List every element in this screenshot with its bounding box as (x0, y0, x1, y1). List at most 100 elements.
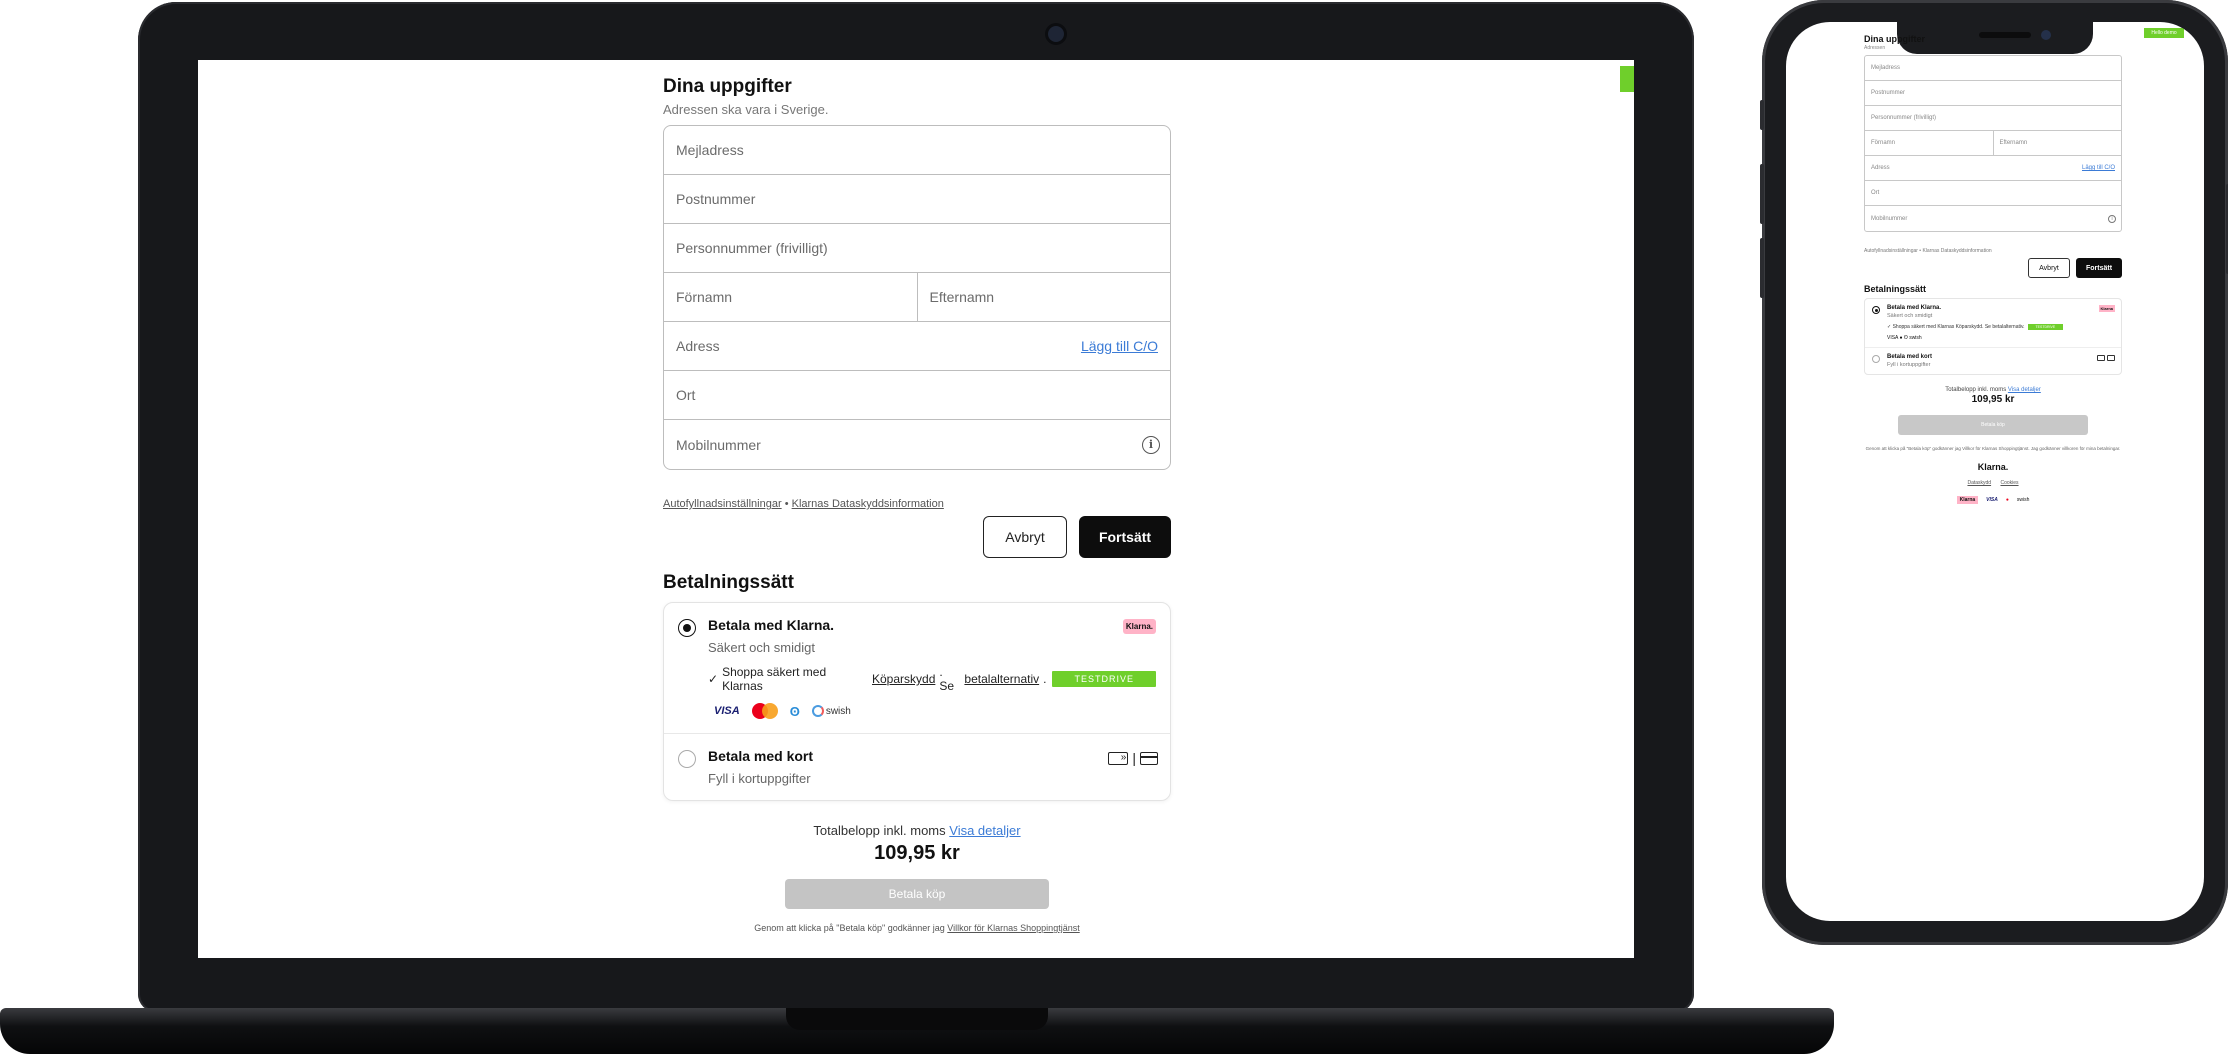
phone-cancel-button[interactable]: Avbryt (2028, 258, 2070, 278)
last-name-field[interactable]: Efternamn (918, 273, 1171, 321)
phone-cookies-link[interactable]: Cookies (2000, 480, 2018, 486)
payment-option-card[interactable]: Betala med kort Fyll i kortuppgifter » | (664, 733, 1170, 800)
phone-mute-button (1760, 100, 1764, 130)
klarna-radio[interactable] (678, 619, 696, 637)
check-icon: ✓ (708, 672, 719, 686)
address-field[interactable]: Adress Lägg till C/O (664, 322, 1170, 371)
payment-option-klarna[interactable]: Betala med Klarna. Säkert och smidigt Kl… (664, 603, 1170, 733)
phone-email-placeholder: Mejladress (1871, 65, 1901, 71)
phone-payment-options: Betala med Klarna. Säkert och smidigt Kl… (1864, 298, 2122, 375)
klarna-option-subtitle: Säkert och smidigt (708, 640, 815, 655)
phone-total-amount: 109,95 kr (1971, 394, 2015, 405)
phone-footer-links: Dataskydd Cookies (1864, 480, 2122, 486)
phone-show-details-link[interactable]: Visa detaljer (2008, 387, 2041, 393)
personal-number-field[interactable]: Personnummer (frivilligt) (664, 224, 1170, 273)
cancel-button[interactable]: Avbryt (983, 516, 1067, 558)
payment-options: Betala med Klarna. Säkert och smidigt Kl… (663, 602, 1171, 801)
green-side-tab[interactable] (1620, 66, 1634, 92)
phone-personal-field[interactable]: Personnummer (frivilligt) (1865, 106, 2121, 131)
testdrive-badge[interactable]: TESTDRIVE (1052, 671, 1156, 687)
payment-logos: VISA ʘ swish (714, 703, 1156, 719)
buyer-protection-link[interactable]: Köparskydd (872, 672, 935, 686)
buyer-protection-text: Shoppa säkert med Klarnas (722, 665, 827, 693)
phone-personal-placeholder: Personnummer (frivilligt) (1871, 115, 1937, 121)
terms-text: Genom att klicka på "Betala köp" godkänn… (663, 923, 1171, 933)
laptop-notch (786, 1008, 1048, 1030)
phone-details-title: Dina uppgifter (1864, 34, 1925, 44)
phone-city-field[interactable]: Ort (1865, 181, 2121, 206)
phone-postal-field[interactable]: Postnummer (1865, 81, 2121, 106)
postal-placeholder: Postnummer (676, 191, 756, 207)
phone-klarna-radio[interactable] (1872, 306, 1880, 314)
personal-placeholder: Personnummer (frivilligt) (676, 240, 828, 256)
phone-terms-text: Genom att klicka på "Betala köp" godkänn… (1865, 446, 2121, 451)
autofill-settings-link[interactable]: Autofyllnadsinställningar (663, 498, 782, 510)
phone-address-field[interactable]: Adress Lägg till C/O (1865, 156, 2121, 181)
phone-footer-mastercard-icon: ● (2005, 497, 2009, 503)
phone-continue-button[interactable]: Fortsätt (2076, 258, 2122, 278)
phone-first-name-field[interactable]: Förnamn (1865, 131, 1994, 155)
terms-link[interactable]: Villkor för Klarnas Shoppingtjänst (947, 923, 1079, 933)
contactless-icon: » (1108, 751, 1129, 765)
name-row: Förnamn Efternamn (664, 273, 1170, 322)
phone-mobile-field[interactable]: Mobilnummer i (1865, 206, 2121, 231)
mobile-field[interactable]: Mobilnummer i (664, 420, 1170, 469)
phone-credit-card-icon (2107, 355, 2115, 361)
phone-form-buttons: Avbryt Fortsätt (1864, 258, 2122, 278)
card-radio[interactable] (678, 750, 696, 768)
total-section: Totalbelopp inkl. moms Visa detaljer 109… (663, 823, 1171, 933)
payment-alternatives-link[interactable]: betalalternativ (964, 672, 1039, 686)
amex-icon: ʘ (789, 703, 800, 719)
phone-footer-swish-icon: swish (2016, 497, 2030, 503)
city-field[interactable]: Ort (664, 371, 1170, 420)
phone-contactless-icon (2097, 355, 2105, 361)
details-subtitle: Adressen ska vara i Sverige. (663, 102, 829, 117)
address-placeholder: Adress (676, 338, 720, 354)
email-field[interactable]: Mejladress (664, 126, 1170, 175)
show-details-link[interactable]: Visa detaljer (949, 823, 1020, 838)
phone-card-radio[interactable] (1872, 355, 1880, 363)
card-icons-separator: | (1132, 750, 1136, 766)
phone-payment-option-klarna[interactable]: Betala med Klarna. Säkert och smidigt Kl… (1865, 299, 2121, 347)
phone-pay-purchase-button[interactable]: Betala köp (1898, 415, 2088, 435)
phone-klarna-logo-icon: Klarna (2098, 305, 2115, 312)
privacy-separator: • (781, 498, 792, 510)
phone-green-tag[interactable]: Hello demo (2144, 28, 2184, 38)
klarna-privacy-link[interactable]: Klarnas Dataskyddsinformation (792, 498, 944, 510)
postal-code-field[interactable]: Postnummer (664, 175, 1170, 224)
phone-email-field[interactable]: Mejladress (1865, 56, 2121, 81)
phone-total-label: Totalbelopp inkl. moms (1945, 387, 2007, 393)
phone-address-form: Mejladress Postnummer Personnummer (friv… (1864, 55, 2122, 232)
phone-klarna-title: Betala med Klarna. (1887, 305, 1942, 311)
mockup-stage: Dina uppgifter Adressen ska vara i Sveri… (0, 0, 2228, 1054)
first-name-field[interactable]: Förnamn (664, 273, 918, 321)
phone-privacy-footer-link[interactable]: Dataskydd (1967, 480, 1991, 486)
city-placeholder: Ort (676, 387, 696, 403)
form-buttons: Avbryt Fortsätt (663, 516, 1171, 558)
phone-city-placeholder: Ort (1871, 190, 1880, 196)
pay-purchase-button[interactable]: Betala köp (785, 879, 1049, 909)
info-icon[interactable]: i (1142, 435, 1160, 454)
payment-method-title: Betalningssätt (663, 572, 794, 593)
laptop-screen: Dina uppgifter Adressen ska vara i Sveri… (198, 60, 1634, 958)
phone-volume-down-button (1760, 238, 1764, 298)
phone-frame: Hello demo Dina uppgifter Adressen Mejla… (1760, 0, 2228, 945)
phone-first-name-placeholder: Förnamn (1871, 140, 1896, 146)
phone-postal-placeholder: Postnummer (1871, 90, 1906, 96)
card-option-title: Betala med kort (708, 748, 814, 764)
klarna-option-title: Betala med Klarna. (708, 617, 835, 633)
phone-payment-option-card[interactable]: Betala med kort Fyll i kortuppgifter (1865, 347, 2121, 374)
terms-prefix: Genom att klicka på "Betala köp" godkänn… (754, 923, 945, 933)
swish-icon: swish (811, 705, 851, 717)
first-name-placeholder: Förnamn (676, 289, 733, 305)
phone-add-co-link[interactable]: Lägg till C/O (2082, 165, 2115, 171)
add-co-link[interactable]: Lägg till C/O (1081, 338, 1158, 354)
phone-total-section: Totalbelopp inkl. moms Visa detaljer 109… (1864, 387, 2122, 405)
phone-last-name-field[interactable]: Efternamn (1994, 131, 2122, 155)
phone-info-icon[interactable]: i (2108, 214, 2116, 223)
continue-button[interactable]: Fortsätt (1079, 516, 1171, 558)
card-option-subtitle: Fyll i kortuppgifter (708, 771, 811, 786)
phone-last-name-placeholder: Efternamn (1999, 140, 2028, 146)
phone-testdrive-badge[interactable]: TESTDRIVE (2027, 324, 2064, 330)
phone-privacy-links[interactable]: Autofyllnadsinställningar • Klarnas Data… (1864, 248, 2122, 254)
